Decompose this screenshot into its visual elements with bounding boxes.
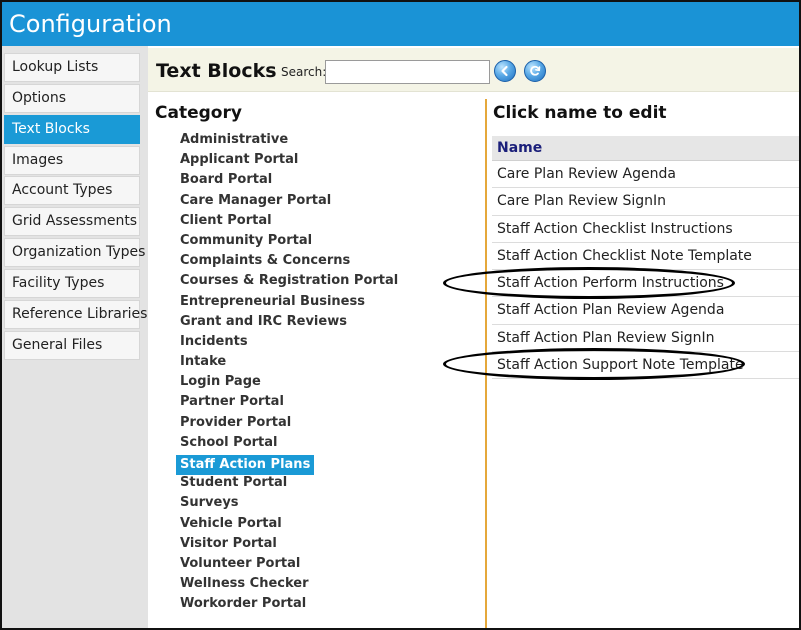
sidebar-item-general-files[interactable]: General Files (4, 331, 140, 360)
category-item[interactable]: Applicant Portal (176, 150, 476, 170)
category-item-selected[interactable]: Staff Action Plans (176, 455, 315, 476)
sidebar-item-options[interactable]: Options (4, 84, 140, 113)
category-item[interactable]: Administrative (176, 130, 476, 150)
category-item[interactable]: Community Portal (176, 231, 476, 251)
panel-divider (485, 99, 487, 628)
text-block-table: Name Care Plan Review Agenda Care Plan R… (492, 136, 799, 380)
category-item[interactable]: Intake (176, 352, 476, 372)
sidebar-item-organization-types[interactable]: Organization Types (4, 238, 145, 267)
sidebar-item-grid-assessments[interactable]: Grid Assessments (4, 207, 140, 236)
category-item[interactable]: School Portal (176, 433, 476, 453)
sidebar-item-account-types[interactable]: Account Types (4, 176, 140, 205)
search-label: Search: (281, 65, 327, 79)
window-title: Configuration (2, 2, 799, 46)
table-row[interactable]: Care Plan Review Agenda (492, 161, 799, 189)
category-item[interactable]: Courses & Registration Portal (176, 271, 476, 291)
table-row[interactable]: Staff Action Support Note Template (492, 352, 799, 380)
category-item[interactable]: Partner Portal (176, 392, 476, 412)
category-item[interactable]: Volunteer Portal (176, 554, 476, 574)
category-item[interactable]: Login Page (176, 372, 476, 392)
edit-heading: Click name to edit (493, 103, 667, 123)
table-row[interactable]: Care Plan Review SignIn (492, 188, 799, 216)
table-row[interactable]: Staff Action Plan Review SignIn (492, 325, 799, 353)
sidebar-item-text-blocks[interactable]: Text Blocks (4, 115, 140, 144)
category-list: Administrative Applicant Portal Board Po… (176, 130, 476, 615)
category-item[interactable]: Entrepreneurial Business (176, 292, 476, 312)
category-item[interactable]: Student Portal (176, 473, 476, 493)
category-item[interactable]: Workorder Portal (176, 594, 476, 614)
table-row[interactable]: Staff Action Plan Review Agenda (492, 297, 799, 325)
page-title: Text Blocks (156, 60, 277, 82)
back-button[interactable] (494, 60, 516, 82)
table-row[interactable]: Staff Action Perform Instructions (492, 270, 799, 298)
category-item[interactable]: Board Portal (176, 170, 476, 190)
sidebar-item-reference-libraries[interactable]: Reference Libraries (4, 300, 147, 329)
category-item[interactable]: Grant and IRC Reviews (176, 312, 476, 332)
category-item[interactable]: Wellness Checker (176, 574, 476, 594)
category-item[interactable]: Client Portal (176, 211, 476, 231)
category-item[interactable]: Care Manager Portal (176, 191, 476, 211)
refresh-icon (530, 65, 541, 76)
category-item[interactable]: Incidents (176, 332, 476, 352)
sidebar-item-facility-types[interactable]: Facility Types (4, 269, 140, 298)
search-input[interactable] (325, 60, 490, 84)
refresh-button[interactable] (524, 60, 546, 82)
category-item[interactable]: Visitor Portal (176, 534, 476, 554)
category-heading: Category (155, 103, 242, 123)
configuration-window: Configuration Lookup Lists Options Text … (0, 0, 801, 630)
table-row[interactable]: Staff Action Checklist Note Template (492, 243, 799, 271)
arrow-left-icon (501, 65, 508, 77)
category-item[interactable]: Vehicle Portal (176, 514, 476, 534)
category-item[interactable]: Surveys (176, 493, 476, 513)
table-row[interactable]: Staff Action Checklist Instructions (492, 216, 799, 243)
sidebar-item-lookup-lists[interactable]: Lookup Lists (4, 53, 140, 82)
content-header: Text Blocks Search: (148, 48, 799, 92)
sidebar: Lookup Lists Options Text Blocks Images … (2, 46, 148, 628)
sidebar-item-images[interactable]: Images (4, 146, 140, 175)
category-item[interactable]: Complaints & Concerns (176, 251, 476, 271)
column-header-name[interactable]: Name (492, 136, 799, 161)
category-item[interactable]: Provider Portal (176, 413, 476, 433)
